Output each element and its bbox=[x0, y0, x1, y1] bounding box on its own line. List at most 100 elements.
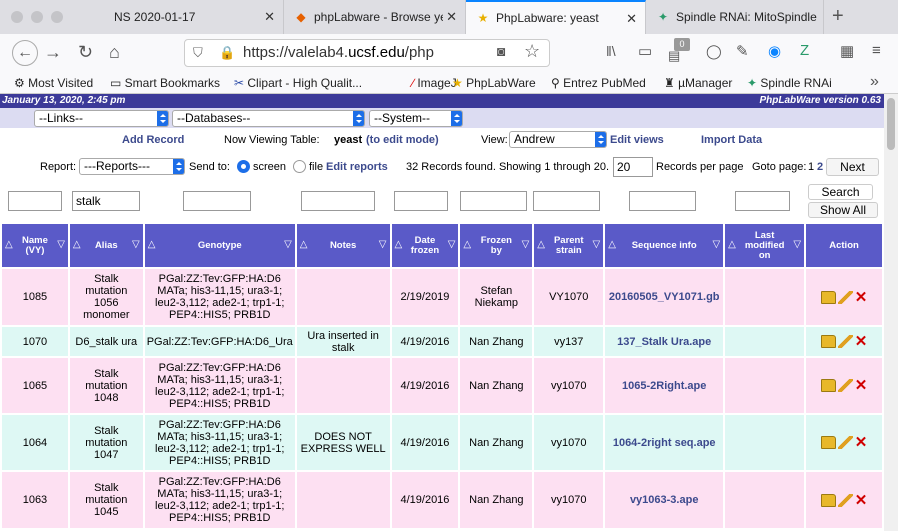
folder-icon[interactable] bbox=[820, 335, 836, 348]
new-tab-button[interactable]: + bbox=[832, 5, 844, 28]
links-select[interactable]: --Links-- bbox=[34, 110, 169, 127]
folder-icon[interactable] bbox=[820, 493, 836, 507]
bookmark-entrez-pubmed[interactable]: ⚲ Entrez PubMed bbox=[551, 76, 646, 90]
edit-pencil-icon[interactable] bbox=[837, 436, 853, 449]
name-filter-input[interactable] bbox=[8, 191, 62, 211]
delete-icon[interactable]: ✕ bbox=[855, 493, 868, 508]
sort-up-icon[interactable]: △ bbox=[463, 240, 471, 250]
window-zoom-button[interactable] bbox=[51, 11, 63, 23]
close-icon[interactable]: ✕ bbox=[264, 9, 275, 25]
delete-icon[interactable]: ✕ bbox=[855, 378, 868, 393]
url-bar[interactable]: ⛉ 🔒 https://valelab4.ucsf.edu/php bbox=[184, 39, 550, 67]
cell-sequence-link[interactable]: 20160505_VY1071.gb bbox=[605, 269, 724, 325]
tab-phplabware-browse[interactable]: ◆ phpLabware - Browse yeast ✕ bbox=[284, 0, 466, 34]
sort-up-icon[interactable]: △ bbox=[300, 240, 308, 250]
sidebar-icon[interactable]: ▭ bbox=[638, 42, 652, 60]
edit-pencil-icon[interactable] bbox=[837, 290, 853, 304]
bookmark-smart-bookmarks[interactable]: ▭ Smart Bookmarks bbox=[110, 76, 220, 90]
col-header-frozen-by[interactable]: △ Frozen by ▽ bbox=[460, 224, 533, 267]
sort-up-icon[interactable]: △ bbox=[395, 240, 403, 250]
overflow-chevron-icon[interactable]: » bbox=[870, 73, 879, 91]
sort-down-icon[interactable]: ▽ bbox=[793, 240, 801, 250]
bookmark-most-visited[interactable]: ⚙ Most Visited bbox=[14, 76, 93, 90]
sort-down-icon[interactable]: ▽ bbox=[57, 240, 65, 250]
import-data-link[interactable]: Import Data bbox=[701, 134, 762, 146]
cell-sequence-link[interactable]: 1064-2right seq.ape bbox=[605, 415, 724, 470]
show-all-button[interactable]: Show All bbox=[808, 202, 878, 218]
col-header-alias[interactable]: △ Alias ▽ bbox=[69, 224, 143, 267]
bookmark-imagej[interactable]: ∕ ImageJ bbox=[412, 76, 457, 90]
bookmark-spindle-rnai[interactable]: ✦ Spindle RNAi bbox=[747, 76, 832, 90]
menu-icon[interactable]: ≡ bbox=[872, 42, 881, 59]
col-header-last-modified[interactable]: △ Last modified on ▽ bbox=[725, 224, 805, 267]
cell-sequence-link[interactable]: 1065-2Right.ape bbox=[605, 358, 724, 413]
folder-icon[interactable] bbox=[820, 379, 836, 392]
account-icon[interactable]: ◉ bbox=[768, 42, 781, 60]
forward-button[interactable]: → bbox=[44, 42, 62, 63]
sort-up-icon[interactable]: △ bbox=[728, 240, 736, 250]
delete-icon[interactable]: ✕ bbox=[855, 334, 868, 349]
edit-pencil-icon[interactable] bbox=[837, 493, 853, 507]
back-button[interactable]: ← bbox=[12, 40, 38, 66]
library-icon[interactable]: ‖\ bbox=[606, 43, 616, 59]
system-select[interactable]: --System-- bbox=[369, 110, 463, 127]
reload-button[interactable]: ↻ bbox=[78, 42, 93, 63]
folder-icon[interactable] bbox=[820, 290, 836, 304]
records-per-page-input[interactable]: 20 bbox=[613, 157, 653, 177]
window-close-button[interactable] bbox=[11, 11, 23, 23]
screenshot-icon[interactable]: ◯ bbox=[706, 43, 722, 60]
frozen-by-filter-input[interactable] bbox=[460, 191, 527, 211]
tab-ns[interactable]: NS 2020-01-17 ✕ bbox=[104, 0, 284, 34]
cell-sequence-link[interactable]: 137_Stalk Ura.ape bbox=[605, 327, 724, 356]
window-minimize-button[interactable] bbox=[31, 11, 43, 23]
tab-spindle-rnai[interactable]: ✦ Spindle RNAi: MitoSpindle bbox=[646, 0, 824, 34]
sort-down-icon[interactable]: ▽ bbox=[522, 240, 530, 250]
next-button[interactable]: Next bbox=[826, 158, 879, 176]
sort-up-icon[interactable]: △ bbox=[608, 240, 616, 250]
scrollbar-thumb[interactable] bbox=[887, 98, 895, 150]
pocket-icon[interactable]: ◙ bbox=[497, 43, 505, 59]
edit-pencil-icon[interactable] bbox=[837, 379, 853, 392]
col-header-genotype[interactable]: △ Genotype ▽ bbox=[144, 224, 295, 267]
sort-down-icon[interactable]: ▽ bbox=[379, 240, 387, 250]
search-button[interactable]: Search bbox=[808, 184, 873, 200]
apps-icon[interactable]: ▦ bbox=[840, 42, 854, 60]
sort-up-icon[interactable]: △ bbox=[73, 240, 81, 250]
sort-down-icon[interactable]: ▽ bbox=[448, 240, 456, 250]
sort-down-icon[interactable]: ▽ bbox=[132, 240, 140, 250]
col-header-name[interactable]: △ Name (VY) ▽ bbox=[2, 224, 68, 267]
bookmark-star-icon[interactable]: ☆ bbox=[524, 41, 540, 62]
sort-down-icon[interactable]: ▽ bbox=[593, 240, 601, 250]
edit-mode-link[interactable]: (to edit mode) bbox=[366, 134, 439, 146]
alias-filter-input[interactable]: stalk bbox=[72, 191, 140, 211]
file-radio[interactable] bbox=[293, 160, 306, 173]
cell-sequence-link[interactable]: vy1063-3.ape bbox=[605, 472, 724, 528]
view-select[interactable]: Andrew bbox=[509, 131, 607, 148]
databases-select[interactable]: --Databases-- bbox=[172, 110, 365, 127]
report-select[interactable]: ---Reports--- bbox=[79, 158, 185, 175]
delete-icon[interactable]: ✕ bbox=[855, 290, 868, 305]
col-header-date-frozen[interactable]: △ Date frozen ▽ bbox=[391, 224, 459, 267]
sort-down-icon[interactable]: ▽ bbox=[712, 240, 720, 250]
close-icon[interactable]: ✕ bbox=[626, 11, 637, 27]
tab-phplabware-yeast[interactable]: ★ PhpLabware: yeast ✕ bbox=[466, 0, 646, 34]
edit-pencil-icon[interactable] bbox=[837, 335, 853, 348]
notes-filter-input[interactable] bbox=[301, 191, 375, 211]
eyedropper-icon[interactable]: ✎ bbox=[736, 42, 749, 60]
edit-reports-link[interactable]: Edit reports bbox=[326, 161, 388, 173]
modified-filter-input[interactable] bbox=[735, 191, 790, 211]
col-header-sequence-info[interactable]: △ Sequence info ▽ bbox=[605, 224, 724, 267]
page-scrollbar[interactable] bbox=[884, 94, 898, 531]
folder-icon[interactable] bbox=[820, 436, 836, 449]
sort-down-icon[interactable]: ▽ bbox=[284, 240, 292, 250]
extension-icon[interactable]: ▤ bbox=[668, 48, 680, 64]
home-button[interactable]: ⌂ bbox=[109, 42, 120, 63]
screen-radio[interactable] bbox=[237, 160, 250, 173]
close-icon[interactable]: ✕ bbox=[446, 9, 457, 25]
genotype-filter-input[interactable] bbox=[183, 191, 251, 211]
zotero-icon[interactable]: Z bbox=[800, 42, 809, 59]
page-2-link[interactable]: 2 bbox=[817, 161, 823, 173]
sort-up-icon[interactable]: △ bbox=[148, 240, 156, 250]
parent-strain-filter-input[interactable] bbox=[533, 191, 600, 211]
bookmark-phplabware[interactable]: ★ PhpLabWare bbox=[452, 76, 536, 90]
